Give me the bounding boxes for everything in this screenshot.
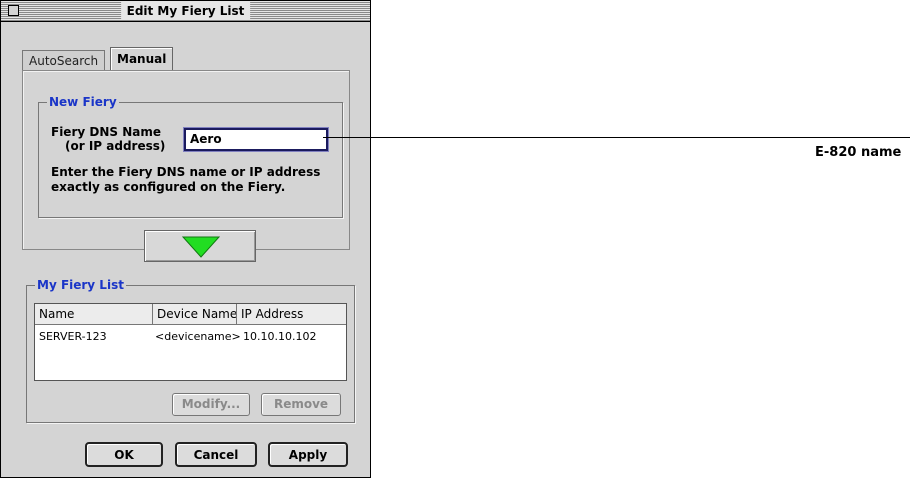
apply-button[interactable]: Apply [268,442,348,467]
column-header-device-name[interactable]: Device Name [153,304,237,324]
close-box-icon[interactable] [8,5,19,16]
window-title: Edit My Fiery List [120,2,251,20]
cell-ip-address: 10.10.10.102 [243,330,317,343]
fiery-list-table[interactable]: Name Device Name IP Address SERVER-123 <… [34,303,347,381]
column-header-name[interactable]: Name [35,304,153,324]
new-fiery-legend: New Fiery [47,94,119,110]
modify-button[interactable]: Modify... [172,393,250,416]
cell-name: SERVER-123 [39,330,107,343]
cell-device-name: <devicename> [155,330,241,343]
green-down-arrow-icon [182,236,220,258]
fiery-dns-name-label: Fiery DNS Name [51,125,161,139]
callout-line [323,137,910,138]
table-row[interactable]: SERVER-123 <devicename> 10.10.10.102 [35,328,346,346]
new-fiery-group: New Fiery [38,94,343,218]
tab-autosearch[interactable]: AutoSearch [22,50,106,71]
table-header: Name Device Name IP Address [35,304,346,325]
help-text-line-1: Enter the Fiery DNS name or IP address [51,165,321,179]
column-header-ip-address[interactable]: IP Address [237,304,346,324]
add-to-list-button[interactable] [144,230,256,262]
cancel-button[interactable]: Cancel [175,442,257,467]
callout-label: E-820 name [815,145,902,160]
remove-button[interactable]: Remove [261,393,341,416]
edit-my-fiery-list-window: Edit My Fiery List AutoSearch Manual New… [0,0,371,478]
or-ip-address-label: (or IP address) [65,139,166,153]
tab-manual[interactable]: Manual [110,47,174,71]
my-fiery-list-legend: My Fiery List [35,277,126,293]
fiery-dns-name-input[interactable]: Aero [184,128,328,151]
title-bar[interactable]: Edit My Fiery List [1,1,370,22]
ok-button[interactable]: OK [85,442,163,467]
help-text-line-2: exactly as configured on the Fiery. [51,180,286,194]
